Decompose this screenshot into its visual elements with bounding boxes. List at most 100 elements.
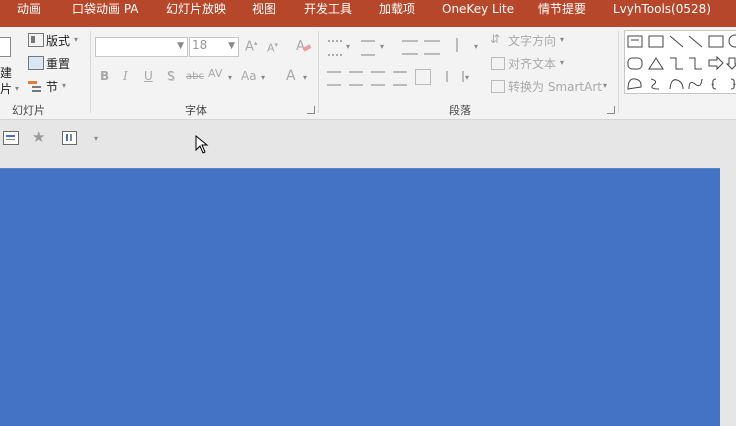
numbering-icon[interactable]	[361, 40, 375, 56]
columns-icon[interactable]	[446, 71, 464, 82]
align-text-dropdown-icon[interactable]: ▾	[560, 58, 564, 67]
tab-onekey-lite[interactable]: OneKey Lite	[442, 0, 514, 27]
arrow-line-shape-icon[interactable]	[688, 35, 703, 48]
strikethrough-icon[interactable]: abc	[186, 71, 204, 82]
vertical-text-box-shape-icon[interactable]	[648, 35, 664, 48]
columns-dropdown-icon[interactable]: ▾	[465, 73, 469, 82]
tab-storyboarding[interactable]: 情节提要	[538, 0, 586, 27]
ribbon-tab-bar: 动画 口袋动画 PA 幻灯片放映 视图 开发工具 加载项 OneKey Lite…	[0, 0, 736, 27]
new-slide-label-bottom[interactable]: 片	[0, 80, 12, 97]
reset-button[interactable]: 重置	[46, 55, 70, 72]
distributed-icon[interactable]	[415, 69, 431, 85]
text-box-shape-icon[interactable]	[627, 35, 643, 48]
font-size-dropdown-icon[interactable]: ▼	[228, 41, 235, 51]
scribble-shape-icon[interactable]	[650, 78, 660, 90]
slides-group-label: 幻灯片	[12, 104, 45, 117]
numbering-dropdown-icon[interactable]: ▾	[380, 42, 384, 51]
character-spacing-dropdown-icon[interactable]: ▾	[228, 73, 232, 82]
convert-smartart-dropdown-icon[interactable]: ▾	[603, 81, 607, 90]
convert-smartart-button[interactable]: 转换为 SmartArt	[508, 78, 602, 95]
elbow-connector-shape-icon[interactable]	[670, 57, 683, 70]
justify-icon[interactable]	[393, 71, 407, 86]
tab-slide-show[interactable]: 幻灯片放映	[166, 0, 226, 27]
triangle-shape-icon[interactable]	[648, 57, 664, 70]
new-slide-label-top[interactable]: 建	[0, 64, 12, 81]
line-spacing-dropdown-icon[interactable]: ▾	[474, 42, 478, 51]
underline-icon[interactable]: U	[144, 69, 153, 83]
line-spacing-icon[interactable]	[456, 38, 472, 52]
bullets-icon[interactable]	[328, 40, 342, 56]
shapes-gallery	[624, 30, 736, 94]
group-separator	[90, 31, 91, 113]
vertical-text-icon[interactable]	[62, 131, 77, 145]
rounded-rectangle-shape-icon[interactable]	[627, 57, 643, 70]
section-button[interactable]: 节	[46, 78, 58, 95]
increase-indent-icon[interactable]	[424, 40, 440, 55]
text-direction-icon: ⇵	[490, 32, 501, 46]
align-left-icon[interactable]	[327, 71, 341, 86]
change-case-dropdown-icon[interactable]: ▾	[261, 73, 265, 82]
font-size-value: 18	[192, 38, 208, 52]
tab-animations[interactable]: 动画	[17, 0, 41, 27]
italic-icon[interactable]: I	[123, 69, 128, 83]
align-text-button[interactable]: 对齐文本	[508, 55, 556, 72]
layout-icon	[28, 33, 44, 47]
tab-pocket-animation[interactable]: 口袋动画 PA	[72, 0, 139, 27]
font-name-combo[interactable]: ▼	[95, 37, 188, 57]
shapes-gallery-icons	[627, 34, 736, 90]
align-center-icon[interactable]	[349, 71, 363, 86]
tab-add-ins[interactable]: 加载项	[379, 0, 415, 27]
text-box-icon[interactable]	[3, 131, 19, 145]
elbow-arrow-connector-shape-icon[interactable]	[689, 57, 702, 70]
customize-toolbar-icon[interactable]: ▾	[94, 134, 98, 143]
layout-dropdown-icon[interactable]: ▾	[74, 35, 78, 44]
new-slide-dropdown-icon[interactable]: ▾	[15, 84, 19, 93]
group-separator	[318, 31, 319, 113]
oval-shape-icon[interactable]	[728, 34, 736, 48]
right-arrow-shape-icon[interactable]	[708, 55, 724, 71]
star-icon[interactable]: ★	[32, 128, 45, 146]
align-right-icon[interactable]	[371, 71, 385, 86]
freeform-shape-icon[interactable]	[627, 78, 642, 90]
secondary-toolbar: ★ ▾	[0, 120, 736, 167]
paragraph-group-label: 段落	[449, 104, 471, 117]
text-shadow-icon[interactable]: S	[167, 69, 175, 83]
slide-canvas[interactable]	[0, 168, 720, 426]
section-dropdown-icon[interactable]: ▾	[62, 81, 66, 90]
down-arrow-shape-icon[interactable]	[725, 57, 736, 70]
font-group-label: 字体	[185, 104, 207, 117]
font-color-dropdown-icon[interactable]: ▾	[303, 73, 307, 82]
layout-button[interactable]: 版式	[46, 32, 70, 49]
font-color-icon[interactable]: A	[286, 68, 296, 84]
decrease-font-size-icon[interactable]: A▾	[267, 41, 278, 55]
text-direction-dropdown-icon[interactable]: ▾	[560, 35, 564, 44]
line-shape-icon[interactable]	[669, 35, 684, 48]
increase-font-size-icon[interactable]: A▴	[245, 39, 257, 54]
smartart-icon	[491, 80, 505, 93]
new-slide-icon[interactable]	[0, 37, 11, 57]
left-brace-shape-icon[interactable]	[711, 78, 717, 90]
right-brace-shape-icon[interactable]	[730, 78, 736, 90]
bold-icon[interactable]: B	[100, 69, 109, 83]
reset-icon	[28, 56, 44, 70]
group-separator	[618, 31, 619, 113]
text-direction-button[interactable]: 文字方向	[508, 32, 556, 49]
section-icon	[28, 79, 42, 92]
decrease-indent-icon[interactable]	[402, 40, 418, 55]
tab-developer[interactable]: 开发工具	[304, 0, 352, 27]
tab-lvyhtools[interactable]: LvyhTools(0528)	[613, 0, 711, 27]
tab-view[interactable]: 视图	[252, 0, 276, 27]
align-text-icon	[491, 57, 505, 70]
mouse-cursor-icon	[195, 135, 209, 154]
font-name-dropdown-icon[interactable]: ▼	[177, 41, 184, 51]
curved-connector-shape-icon[interactable]	[688, 78, 703, 90]
font-dialog-launcher-icon[interactable]	[307, 106, 315, 114]
rectangle-shape-icon[interactable]	[708, 35, 724, 48]
character-spacing-icon[interactable]: AV	[208, 67, 222, 80]
change-case-icon[interactable]: Aa	[241, 69, 257, 83]
curve-shape-icon[interactable]	[669, 79, 684, 90]
ribbon: 建 片 ▾ 版式 ▾ 重置 节 ▾ 幻灯片 ▼ 18 ▼ A▴ A▾ A B I…	[0, 27, 736, 120]
paragraph-dialog-launcher-icon[interactable]	[607, 106, 615, 114]
font-size-combo[interactable]: 18 ▼	[189, 37, 239, 57]
bullets-dropdown-icon[interactable]: ▾	[346, 42, 350, 51]
